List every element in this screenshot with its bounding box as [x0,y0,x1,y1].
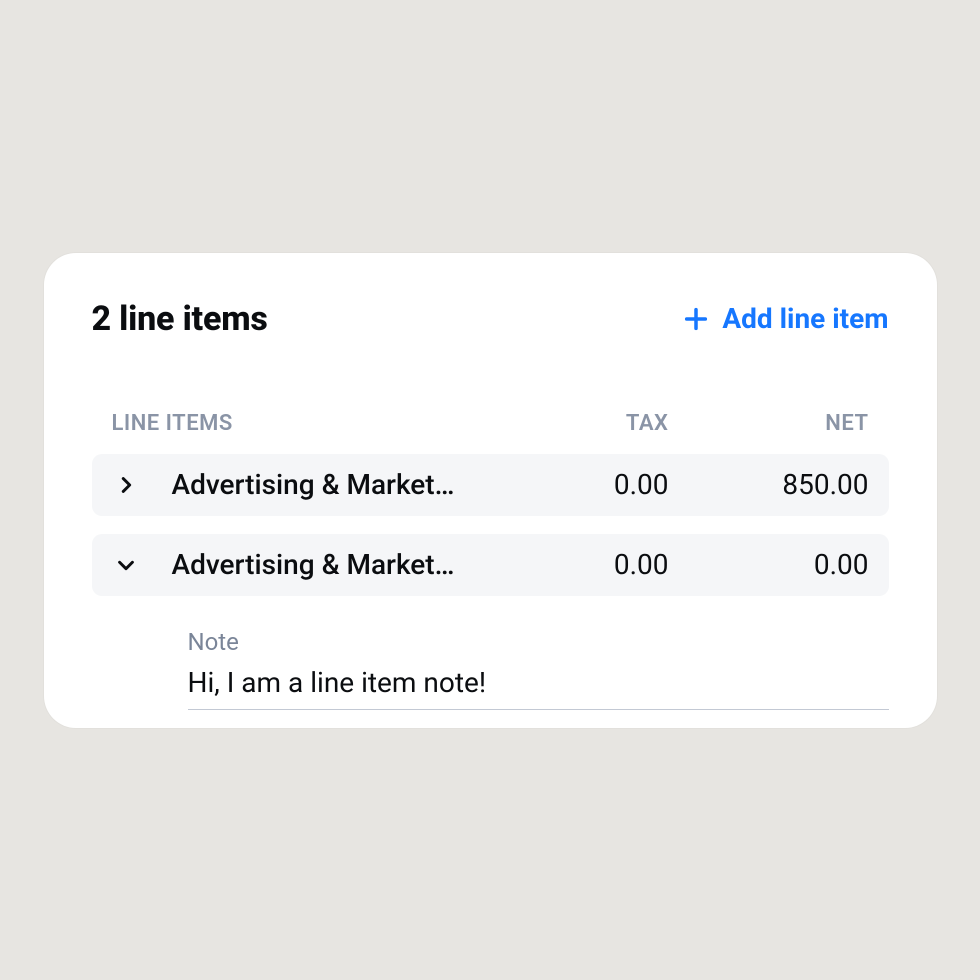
line-item-net: 0.00 [669,548,869,581]
plus-icon [682,305,710,333]
line-item-name: Advertising & Market… [148,548,529,581]
column-header-net: NET [669,411,869,436]
line-items-card: 2 line items Add line item LINE ITEMS TA… [44,253,937,728]
note-input[interactable] [188,662,889,710]
card-title: 2 line items [92,299,268,339]
table-header: LINE ITEMS TAX NET [92,411,889,454]
add-line-item-button[interactable]: Add line item [682,302,888,335]
chevron-down-icon[interactable] [104,554,148,576]
add-line-item-label: Add line item [722,302,888,335]
chevron-right-icon[interactable] [104,474,148,496]
line-item-tax: 0.00 [529,468,669,501]
line-item-tax: 0.00 [529,548,669,581]
line-item-net: 850.00 [669,468,869,501]
column-header-tax: TAX [529,411,669,436]
column-header-items: LINE ITEMS [112,411,529,436]
line-item-note: Note [188,614,889,718]
card-header: 2 line items Add line item [92,299,889,339]
line-item-row[interactable]: Advertising & Market… 0.00 850.00 [92,454,889,516]
line-item-name: Advertising & Market… [148,468,529,501]
line-item-row[interactable]: Advertising & Market… 0.00 0.00 [92,534,889,596]
note-label: Note [188,628,889,656]
